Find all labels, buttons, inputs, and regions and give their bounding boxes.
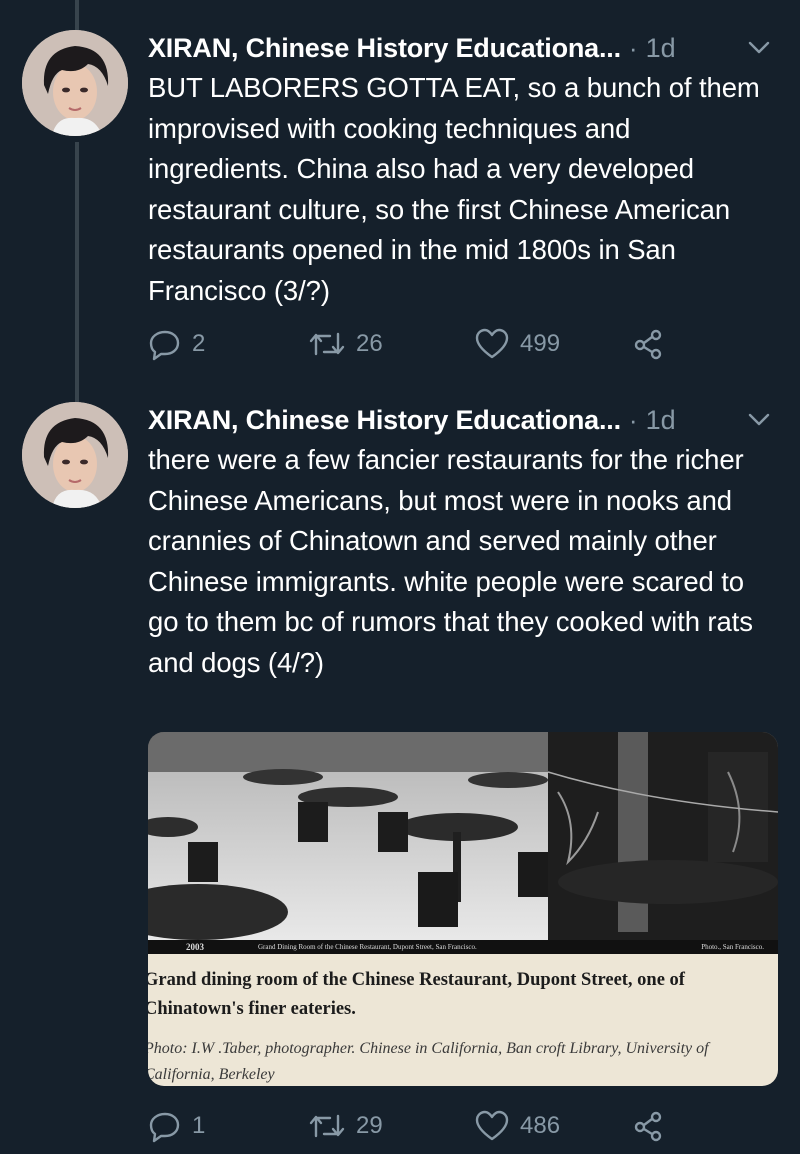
- tweet-content: XIRAN, Chinese History Educationa... · 1…: [148, 400, 778, 683]
- reply-count: 2: [192, 330, 206, 357]
- author-name[interactable]: XIRAN, Chinese History Educationa...: [148, 405, 621, 436]
- avatar[interactable]: [22, 30, 128, 136]
- like-count: 499: [520, 330, 561, 357]
- photo-number: 2003: [186, 942, 204, 952]
- heart-icon: [475, 328, 509, 359]
- photo-label-strip: 2003 Grand Dining Room of the Chinese Re…: [148, 940, 778, 954]
- timestamp[interactable]: 1d: [646, 33, 676, 64]
- reply-icon: [149, 330, 180, 361]
- tweet-header: XIRAN, Chinese History Educationa... · 1…: [148, 400, 778, 440]
- retweet-icon: [309, 332, 345, 356]
- chevron-down-icon[interactable]: [746, 38, 772, 58]
- share-button[interactable]: [632, 1106, 676, 1146]
- author-name[interactable]: XIRAN, Chinese History Educationa...: [148, 33, 621, 64]
- share-button[interactable]: [632, 324, 676, 364]
- tweet-actions: 1 29 486: [148, 1106, 788, 1146]
- reply-button[interactable]: 2: [148, 324, 205, 364]
- like-button[interactable]: 499: [474, 324, 560, 364]
- tweet-4[interactable]: XIRAN, Chinese History Educationa... · 1…: [0, 390, 800, 1154]
- tweet-text: BUT LABORERS GOTTA EAT, so a bunch of th…: [148, 72, 760, 306]
- avatar-image: [22, 402, 128, 508]
- timeline: XIRAN, Chinese History Educationa... · 1…: [0, 0, 800, 1154]
- media-caption: Grand dining room of the Chinese Restaur…: [148, 954, 778, 1086]
- reply-button[interactable]: 1: [148, 1106, 205, 1146]
- separator-dot: ·: [628, 404, 638, 435]
- dining-room-photo-image: [148, 732, 778, 954]
- reply-count: 1: [192, 1112, 206, 1139]
- tweet-content: XIRAN, Chinese History Educationa... · 1…: [148, 28, 778, 311]
- media-card[interactable]: 2003 Grand Dining Room of the Chinese Re…: [148, 732, 778, 1086]
- separator-dot: ·: [628, 32, 638, 63]
- share-icon: [634, 1111, 662, 1142]
- reply-icon: [149, 1112, 180, 1143]
- share-icon: [634, 329, 662, 360]
- retweet-button[interactable]: 29: [308, 1106, 383, 1146]
- restaurant-photo[interactable]: 2003 Grand Dining Room of the Chinese Re…: [148, 732, 778, 954]
- tweet-3[interactable]: XIRAN, Chinese History Educationa... · 1…: [0, 0, 800, 390]
- retweet-count: 26: [356, 330, 383, 357]
- chevron-down-icon[interactable]: [746, 410, 772, 430]
- timestamp[interactable]: 1d: [646, 405, 676, 436]
- caption-credit: Photo: I.W .Taber, photographer. Chinese…: [148, 1040, 709, 1083]
- photo-description: Grand Dining Room of the Chinese Restaur…: [258, 943, 477, 951]
- avatar[interactable]: [22, 402, 128, 508]
- heart-icon: [475, 1110, 509, 1141]
- avatar-image: [22, 30, 128, 136]
- tweet-actions: 2 26 499: [148, 324, 788, 364]
- like-button[interactable]: 486: [474, 1106, 560, 1146]
- photo-credit: Photo., San Francisco.: [701, 943, 764, 951]
- tweet-text: there were a few fancier restaurants for…: [148, 444, 753, 678]
- like-count: 486: [520, 1112, 561, 1139]
- retweet-count: 29: [356, 1112, 383, 1139]
- tweet-header: XIRAN, Chinese History Educationa... · 1…: [148, 28, 778, 68]
- retweet-button[interactable]: 26: [308, 324, 383, 364]
- caption-title: Grand dining room of the Chinese Restaur…: [148, 970, 685, 1019]
- retweet-icon: [309, 1114, 345, 1138]
